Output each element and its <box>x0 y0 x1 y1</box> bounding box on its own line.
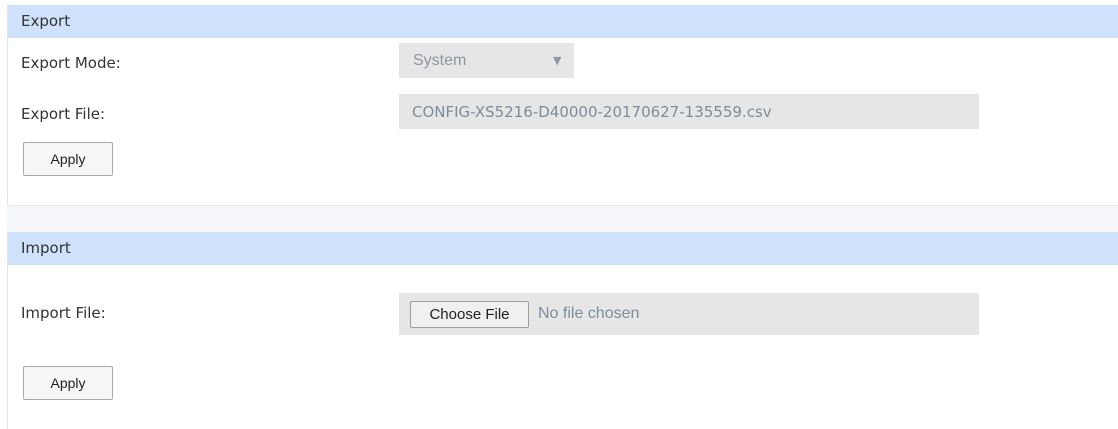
section-divider <box>7 205 1118 233</box>
choose-file-button[interactable]: Choose File <box>410 301 529 328</box>
export-file-value: CONFIG-XS5216-D40000-20170627-135559.csv <box>412 103 772 121</box>
export-mode-select[interactable]: System ▼ <box>399 43 574 78</box>
caret-down-icon: ▼ <box>553 54 562 67</box>
import-section-title: Import <box>8 232 1118 265</box>
file-status-text: No file chosen <box>538 305 640 322</box>
export-file-label: Export File: <box>21 105 106 123</box>
export-panel: Export Export Mode: System ▼ Export File… <box>7 5 1118 205</box>
export-mode-value: System <box>413 52 467 69</box>
export-section-title: Export <box>8 5 1118 38</box>
import-file-label: Import File: <box>21 304 106 322</box>
export-mode-label: Export Mode: <box>21 54 121 72</box>
import-panel: Import Import File: Choose File No file … <box>7 232 1118 429</box>
export-apply-button[interactable]: Apply <box>23 142 113 176</box>
import-apply-button[interactable]: Apply <box>23 366 113 400</box>
import-file-input[interactable]: Choose File No file chosen <box>399 293 979 335</box>
export-file-field: CONFIG-XS5216-D40000-20170627-135559.csv <box>399 94 979 129</box>
